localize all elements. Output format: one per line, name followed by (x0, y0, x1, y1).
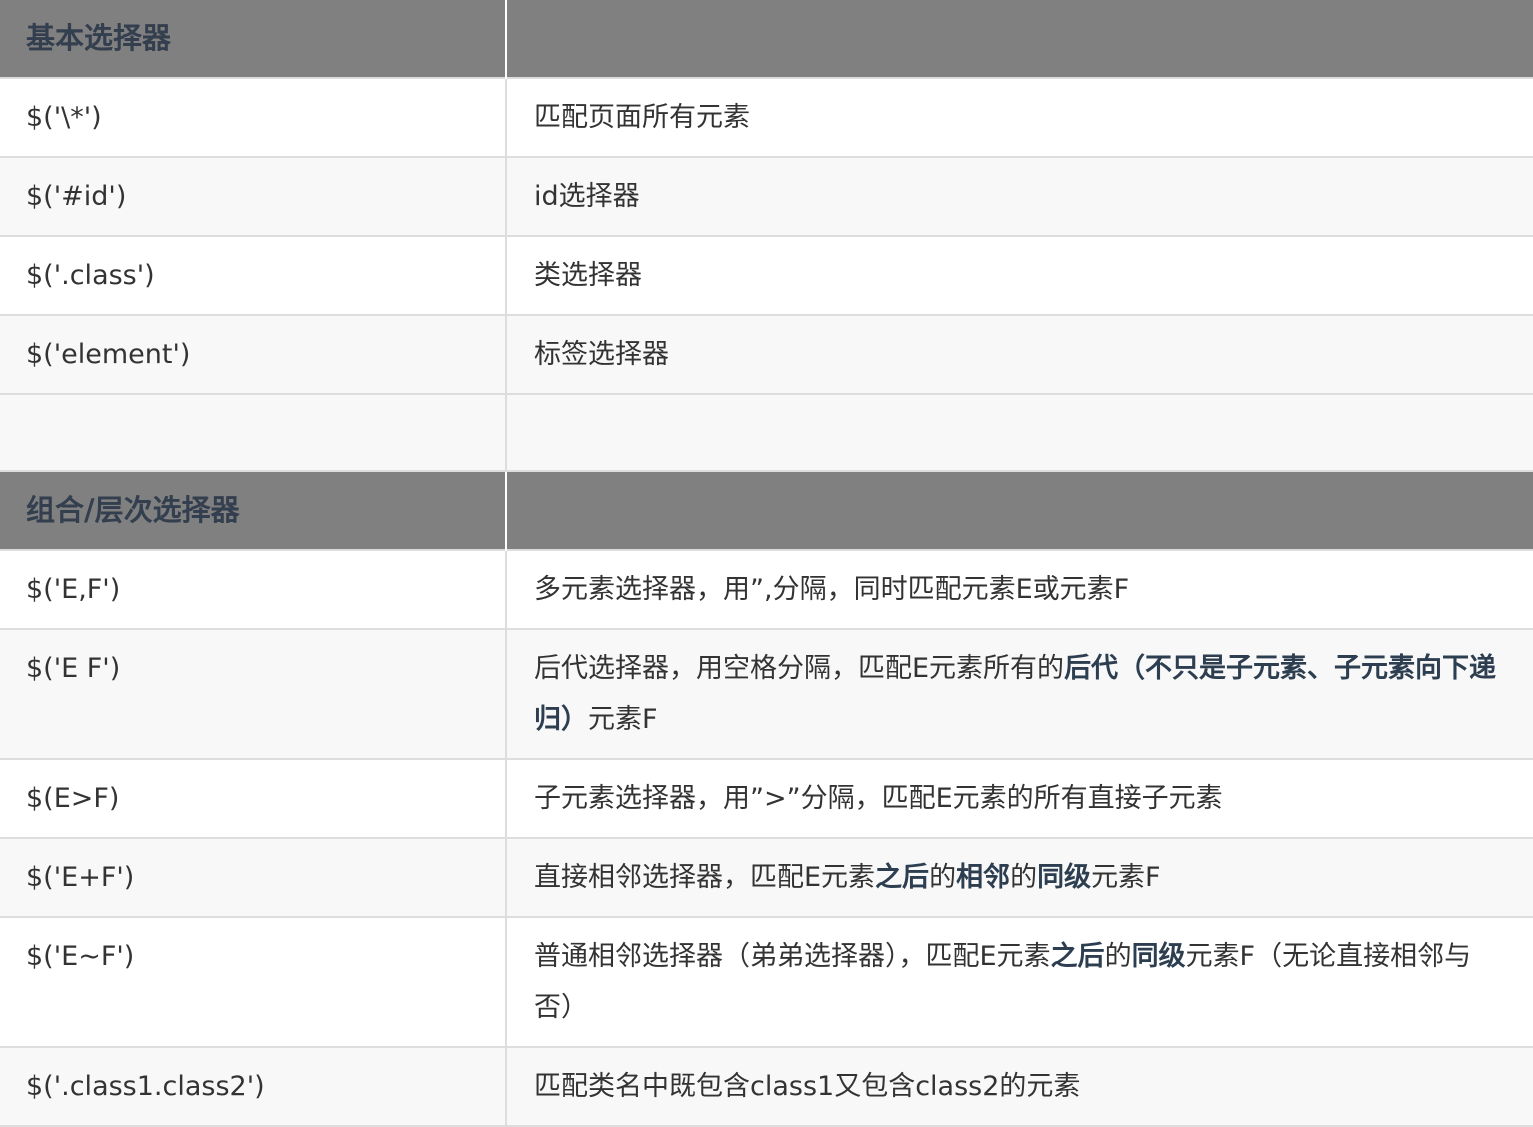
table-row: $(E>F) 子元素选择器，用”>”分隔，匹配E元素的所有直接子元素 (0, 758, 1533, 839)
description-text: 多元素选择器，用”,分隔，同时匹配元素E或元素F (534, 574, 1130, 605)
selector-cell: $('.class') (0, 235, 507, 316)
table-row: $('E+F') 直接相邻选择器，匹配E元素之后的相邻的同级元素F (0, 837, 1533, 918)
description-cell: 类选择器 (506, 235, 1533, 316)
description-text: id选择器 (534, 181, 640, 212)
description-text: 类选择器 (534, 260, 642, 291)
description-cell: 标签选择器 (506, 314, 1533, 395)
description-text: 元素F (1091, 862, 1161, 893)
description-cell: 直接相邻选择器，匹配E元素之后的相邻的同级元素F (506, 837, 1533, 918)
description-text: 普通相邻选择器（弟弟选择器），匹配E元素 (534, 941, 1051, 972)
selector-cell: $('E~F') (0, 916, 507, 1048)
section-header-row: 组合/层次选择器 (0, 471, 1533, 550)
selector-cell: $('E F') (0, 628, 507, 760)
table-row: $('.class1.class2') 匹配类名中既包含class1又包含cla… (0, 1046, 1533, 1127)
table-row: $('#id') id选择器 (0, 156, 1533, 237)
description-cell: 普通相邻选择器（弟弟选择器），匹配E元素之后的同级元素F（无论直接相邻与否） (506, 916, 1533, 1048)
description-text: 直接相邻选择器，匹配E元素 (534, 862, 876, 893)
selector-cell: $(E>F) (0, 758, 507, 839)
description-text: 的 (929, 862, 957, 893)
description-text: 匹配类名中既包含class1又包含class2的元素 (534, 1071, 1081, 1102)
description-text: 后代选择器，用空格分隔，匹配E元素所有的 (534, 653, 1065, 684)
selector-cell: $('element') (0, 314, 507, 395)
section-title: 基本选择器 (0, 0, 507, 78)
table-row: $('E F') 后代选择器，用空格分隔，匹配E元素所有的后代（不只是子元素、子… (0, 628, 1533, 760)
section-header-empty-cell (506, 0, 1533, 78)
description-text: 匹配页面所有元素 (534, 102, 750, 133)
table-row: $('E,F') 多元素选择器，用”,分隔，同时匹配元素E或元素F (0, 549, 1533, 630)
selector-cell: $('E+F') (0, 837, 507, 918)
table-row: $('.class') 类选择器 (0, 235, 1533, 316)
description-cell: 匹配类名中既包含class1又包含class2的元素 (506, 1046, 1533, 1127)
description-cell: 子元素选择器，用”>”分隔，匹配E元素的所有直接子元素 (506, 758, 1533, 839)
table-row: $('element') 标签选择器 (0, 314, 1533, 395)
selector-cell: $('\*') (0, 77, 507, 158)
empty-row (0, 393, 1533, 472)
description-emphasis: 同级 (1131, 941, 1186, 972)
selector-cell: $('E,F') (0, 549, 507, 630)
description-text: 元素F (588, 704, 658, 735)
description-emphasis: 同级 (1037, 862, 1092, 893)
selector-cell: $('.class1.class2') (0, 1046, 507, 1127)
description-emphasis: 之后 (1050, 941, 1105, 972)
empty-cell (0, 393, 507, 472)
table-row: $('\*') 匹配页面所有元素 (0, 77, 1533, 158)
description-emphasis: 相邻 (956, 862, 1011, 893)
empty-cell (506, 393, 1533, 472)
description-text: 标签选择器 (534, 339, 669, 370)
description-text: 的 (1104, 941, 1132, 972)
section-header-row: 基本选择器 (0, 0, 1533, 78)
selector-table: 基本选择器 $('\*') 匹配页面所有元素 $('#id') id选择器 $(… (0, 0, 1533, 1127)
section-title: 组合/层次选择器 (0, 471, 507, 550)
description-text: 子元素选择器，用”>”分隔，匹配E元素的所有直接子元素 (534, 783, 1223, 814)
section-header-empty-cell (506, 471, 1533, 550)
description-text: 的 (1010, 862, 1038, 893)
description-cell: id选择器 (506, 156, 1533, 237)
description-emphasis: 之后 (875, 862, 930, 893)
table-row: $('E~F') 普通相邻选择器（弟弟选择器），匹配E元素之后的同级元素F（无论… (0, 916, 1533, 1048)
description-cell: 多元素选择器，用”,分隔，同时匹配元素E或元素F (506, 549, 1533, 630)
description-cell: 匹配页面所有元素 (506, 77, 1533, 158)
selector-cell: $('#id') (0, 156, 507, 237)
description-cell: 后代选择器，用空格分隔，匹配E元素所有的后代（不只是子元素、子元素向下递归）元素… (506, 628, 1533, 760)
